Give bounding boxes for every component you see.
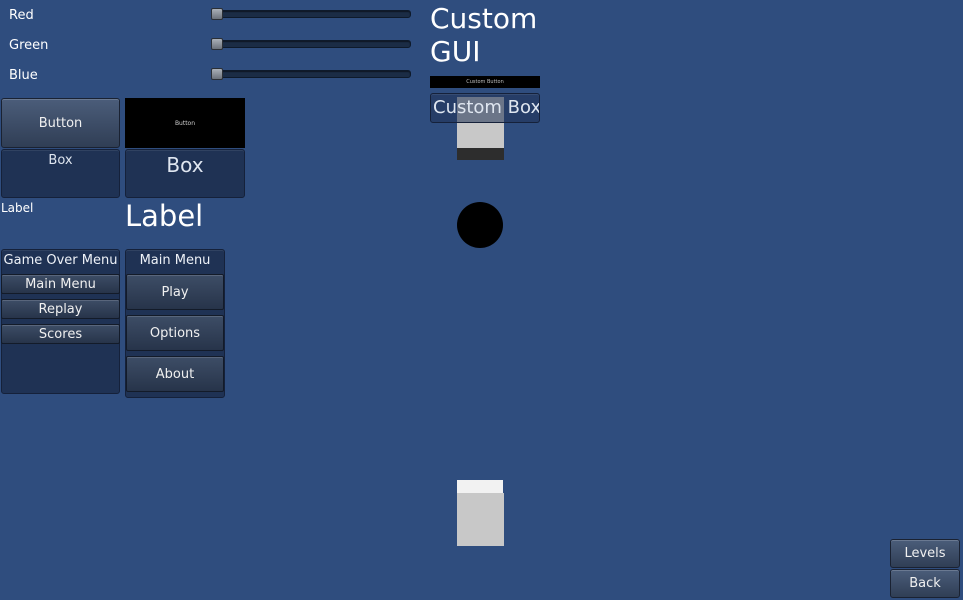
main-menu-button[interactable]: Main Menu (1, 274, 120, 294)
green-slider-thumb[interactable] (211, 38, 223, 50)
custom-gui-title: Custom GUI (430, 2, 538, 68)
default-label: Label (1, 201, 34, 215)
default-box: Box (1, 149, 120, 198)
styled-box-label: Box (166, 153, 204, 177)
levels-button[interactable]: Levels (890, 539, 960, 568)
custom-button[interactable]: Custom Button (430, 76, 540, 88)
scores-button[interactable]: Scores (1, 324, 120, 344)
styled-label: Label (125, 199, 204, 233)
blue-slider-label: Blue (9, 68, 38, 83)
green-slider-label: Green (9, 38, 49, 53)
red-slider-label: Red (9, 8, 34, 23)
game-over-menu: Game Over Menu (1, 249, 120, 394)
styled-button[interactable]: Button (125, 98, 245, 148)
options-button[interactable]: Options (126, 315, 224, 351)
default-button[interactable]: Button (1, 98, 120, 148)
styled-box: Box (125, 149, 245, 198)
replay-button[interactable]: Replay (1, 299, 120, 319)
green-slider-track[interactable] (213, 40, 411, 48)
bottom-cube-top-face (457, 480, 503, 494)
red-slider-thumb[interactable] (211, 8, 223, 20)
default-box-label: Box (48, 153, 73, 168)
game-over-menu-title: Game Over Menu (3, 253, 118, 268)
blue-slider-thumb[interactable] (211, 68, 223, 80)
bottom-cube-front-face (457, 493, 504, 546)
sphere (457, 202, 503, 248)
blue-slider-track[interactable] (213, 70, 411, 78)
red-slider-track[interactable] (213, 10, 411, 18)
custom-box: Custom Box (430, 93, 540, 123)
play-button[interactable]: Play (126, 274, 224, 310)
about-button[interactable]: About (126, 356, 224, 392)
top-cube-dark-face (457, 148, 504, 160)
main-menu-title: Main Menu (139, 253, 211, 268)
back-button[interactable]: Back (890, 569, 960, 598)
custom-box-label: Custom Box (433, 97, 540, 118)
